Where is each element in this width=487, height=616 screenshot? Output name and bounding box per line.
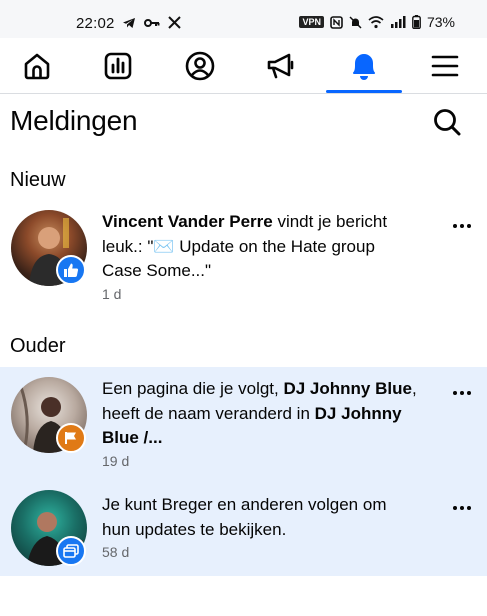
flag-badge [56, 423, 86, 453]
profile-circle-icon [185, 51, 215, 81]
notification-bold: DJ Johnny [314, 403, 402, 423]
vpn-badge: VPN [299, 16, 324, 28]
tab-home[interactable] [7, 38, 67, 94]
x-logo-icon [168, 16, 181, 29]
page-title: Meldingen [10, 105, 138, 136]
status-right-icons: VPN 73% [299, 14, 455, 30]
more-options-button[interactable] [452, 500, 474, 516]
notification-line: hun updates te bekijken. [102, 519, 287, 539]
notification-text-part: vindt je bericht [272, 212, 388, 231]
status-time: 22:02 [76, 15, 115, 32]
section-older-title: Ouder [10, 335, 66, 357]
notification-item[interactable]: Je kunt Breger en anderen volgen om hun … [0, 481, 487, 576]
notification-line: heeft de naam veranderd in DJ Johnny [102, 402, 432, 427]
notification-text-part: Een pagina die je volgt, [102, 379, 284, 398]
like-icon [64, 263, 79, 277]
tab-profile[interactable] [170, 38, 230, 94]
top-nav-bar [0, 38, 487, 94]
tab-notifications[interactable] [334, 38, 394, 94]
more-options-button[interactable] [452, 218, 474, 234]
battery-icon [412, 15, 421, 29]
bell-icon [353, 54, 375, 80]
mute-bell-icon [349, 15, 362, 29]
flag-icon [65, 432, 76, 444]
search-button[interactable] [430, 105, 464, 139]
nfc-icon [330, 15, 343, 29]
section-new-title: Nieuw [10, 169, 66, 191]
hamburger-icon [431, 55, 459, 77]
telegram-icon [123, 17, 135, 28]
bar-chart-icon [104, 52, 132, 80]
notification-line: leuk.: "✉️ Update on the Hate group [102, 236, 375, 256]
notification-time: 58 d [102, 544, 130, 560]
wifi-icon [368, 15, 384, 28]
status-left-icons [122, 16, 181, 29]
active-tab-indicator [326, 90, 402, 93]
home-icon [24, 53, 50, 80]
more-dots-icon [453, 224, 471, 228]
notification-line: Case Some..." [102, 261, 212, 280]
notification-line: Blue /... [102, 426, 432, 451]
pages-badge [56, 536, 86, 566]
notification-time: 1 d [102, 286, 122, 302]
tab-menu[interactable] [415, 38, 475, 94]
pages-icon [63, 544, 79, 558]
notification-text: Vincent Vander Perre vindt je bericht le… [102, 210, 432, 284]
notification-actor: Vincent Vander Perre [102, 212, 273, 231]
notification-item[interactable]: Een pagina die je volgt, DJ Johnny Blue,… [0, 367, 487, 481]
notification-line: Een pagina die je volgt, DJ Johnny Blue, [102, 377, 432, 402]
battery-percent: 73% [426, 14, 455, 30]
more-options-button[interactable] [452, 385, 474, 401]
more-dots-icon [453, 391, 471, 395]
key-icon [144, 18, 160, 27]
notification-line: Vincent Vander Perre vindt je bericht [102, 210, 432, 235]
signal-icon [390, 16, 406, 28]
notification-text-part: Je kunt [102, 495, 162, 514]
notification-line: Je kunt Breger en anderen volgen om [102, 493, 432, 518]
notification-bold: Blue /... [102, 428, 163, 447]
tab-announcements[interactable] [251, 38, 311, 94]
notification-item[interactable]: Vincent Vander Perre vindt je bericht le… [0, 200, 487, 315]
like-badge [56, 255, 86, 285]
more-dots-icon [453, 506, 471, 510]
search-icon [434, 109, 461, 136]
notification-text: Je kunt Breger en anderen volgen om hun … [102, 493, 432, 542]
tab-dashboard[interactable] [88, 38, 148, 94]
notification-bold: DJ Johnny Blue [283, 379, 412, 398]
notification-text-part: , [411, 379, 417, 398]
megaphone-icon [267, 53, 294, 79]
notification-text: Een pagina die je volgt, DJ Johnny Blue,… [102, 377, 432, 451]
notification-text-part: heeft de naam veranderd in [102, 403, 315, 423]
notification-actor: Breger [161, 495, 213, 514]
notification-time: 19 d [102, 453, 130, 469]
status-bar: 22:02 VPN 73% [0, 0, 487, 38]
notification-text-part: en anderen volgen om [212, 495, 387, 514]
